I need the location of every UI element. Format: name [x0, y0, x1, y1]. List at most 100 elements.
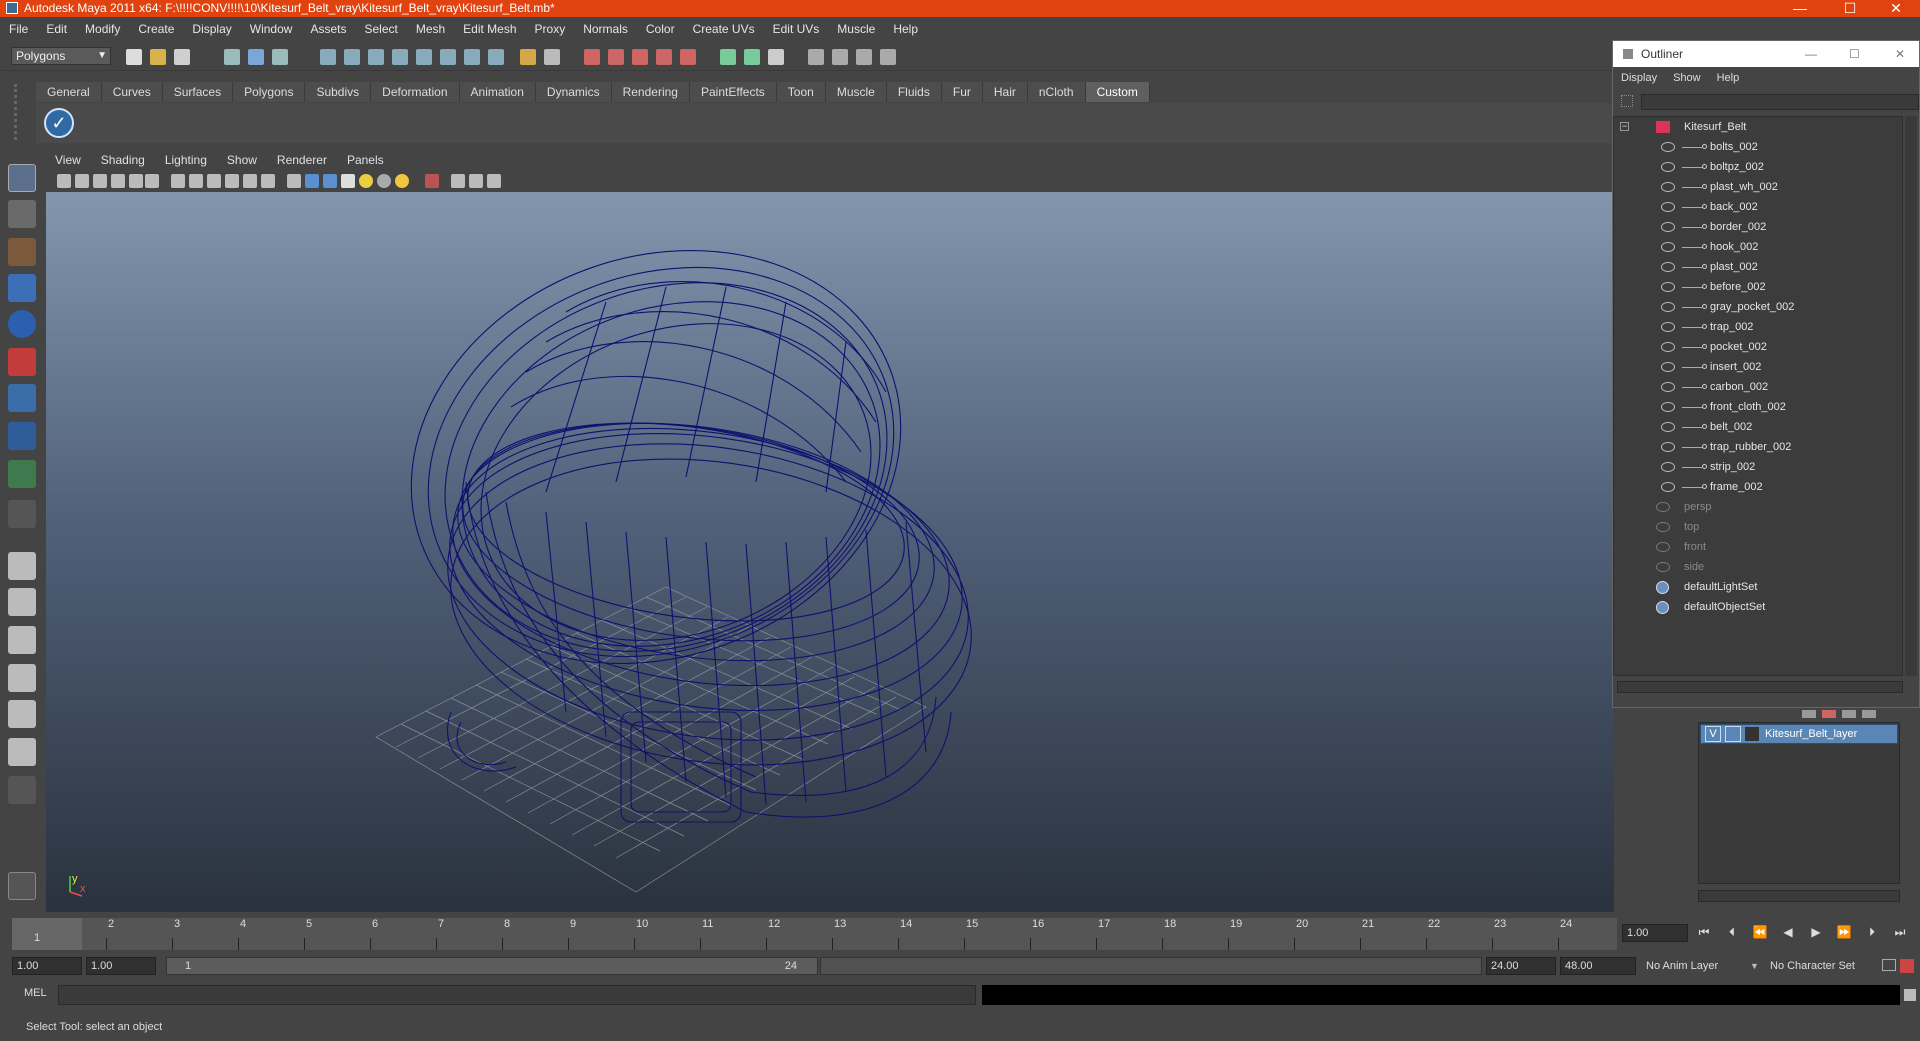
outliner-close-button[interactable]: ✕	[1895, 41, 1905, 67]
layer-display-type-toggle[interactable]	[1725, 726, 1741, 742]
tab-rendering[interactable]: Rendering	[611, 82, 690, 102]
outliner-row[interactable]: pocket_002	[1614, 337, 1902, 357]
outliner-persp-layout-icon[interactable]	[8, 626, 36, 654]
outliner-camera-row[interactable]: top	[1614, 517, 1902, 537]
wireframe-shading-icon[interactable]	[287, 174, 301, 188]
outliner-row[interactable]: plast_wh_002	[1614, 177, 1902, 197]
step-back-button[interactable]: ⏴	[1722, 922, 1742, 942]
grease-pencil-icon[interactable]	[129, 174, 143, 188]
menu-file[interactable]: File	[0, 22, 37, 36]
play-backwards-button[interactable]: ◀	[1778, 922, 1798, 942]
image-plane-icon[interactable]	[93, 174, 107, 188]
viewport-menu-panels[interactable]: Panels	[337, 153, 394, 167]
outliner-camera-row[interactable]: side	[1614, 557, 1902, 577]
outliner-camera-row[interactable]: front	[1614, 537, 1902, 557]
outliner-row[interactable]: front_cloth_002	[1614, 397, 1902, 417]
anim-layer-dropdown[interactable]: No Anim Layer	[1646, 957, 1746, 975]
command-language-label[interactable]: MEL	[24, 987, 47, 999]
make-live-icon[interactable]	[680, 49, 696, 65]
snap-grid-icon[interactable]	[584, 49, 600, 65]
filter-curves-icon[interactable]	[368, 49, 384, 65]
tab-polygons[interactable]: Polygons	[233, 82, 306, 102]
select-hierarchy-icon[interactable]	[224, 49, 240, 65]
perspective-viewport[interactable]: y x	[46, 192, 1614, 912]
prev-key-button[interactable]: ⏪	[1750, 922, 1770, 942]
tab-muscle[interactable]: Muscle	[825, 82, 887, 102]
menu-color[interactable]: Color	[637, 22, 684, 36]
menu-create-uvs[interactable]: Create UVs	[684, 22, 764, 36]
tab-painteffects[interactable]: PaintEffects	[689, 82, 777, 102]
use-default-light-icon[interactable]	[359, 174, 373, 188]
tab-fur[interactable]: Fur	[941, 82, 983, 102]
outliner-set-row[interactable]: defaultObjectSet	[1614, 597, 1902, 617]
show-manipulator-icon[interactable]	[8, 460, 36, 488]
viewport-menu-lighting[interactable]: Lighting	[155, 153, 217, 167]
command-input[interactable]	[58, 985, 976, 1005]
outliner-row[interactable]: strip_002	[1614, 457, 1902, 477]
graph-persp-layout-icon[interactable]	[8, 664, 36, 692]
menu-muscle[interactable]: Muscle	[828, 22, 884, 36]
universal-manipulator-icon[interactable]	[8, 384, 36, 412]
tab-surfaces[interactable]: Surfaces	[162, 82, 234, 102]
highlight-selection-icon[interactable]	[544, 49, 560, 65]
menu-edit-uvs[interactable]: Edit UVs	[764, 22, 829, 36]
paint-select-tool-icon[interactable]	[8, 238, 36, 266]
tab-general[interactable]: General	[36, 82, 102, 102]
script-editor-icon[interactable]	[1904, 989, 1916, 1001]
menu-help[interactable]: Help	[884, 22, 927, 36]
outliner-set-row[interactable]: defaultLightSet	[1614, 577, 1902, 597]
layer-color-swatch[interactable]	[1745, 727, 1759, 741]
xray-joints-icon[interactable]	[469, 174, 483, 188]
collapse-icon[interactable]: −	[1620, 122, 1629, 131]
custom-layout-icon[interactable]	[8, 738, 36, 766]
time-slider[interactable]: 123456789101112131415161718192021222324 …	[12, 918, 1617, 950]
new-scene-icon[interactable]	[126, 49, 142, 65]
chevron-down-icon[interactable]: ▼	[1750, 957, 1760, 975]
select-component-icon[interactable]	[272, 49, 288, 65]
tab-subdivs[interactable]: Subdivs	[305, 82, 372, 102]
outliner-row[interactable]: trap_rubber_002	[1614, 437, 1902, 457]
tab-hair[interactable]: Hair	[982, 82, 1028, 102]
playback-end-field[interactable]: 24.00	[1486, 957, 1556, 975]
viewport-menu-show[interactable]: Show	[217, 153, 267, 167]
tab-curves[interactable]: Curves	[101, 82, 163, 102]
single-pane-layout-icon[interactable]	[8, 552, 36, 580]
menu-modify[interactable]: Modify	[76, 22, 129, 36]
current-frame-field[interactable]: 1.00	[1622, 924, 1688, 942]
lasso-tool-icon[interactable]	[8, 200, 36, 228]
grid-toggle-icon[interactable]	[145, 174, 159, 188]
close-button[interactable]: ✕	[1876, 0, 1916, 17]
layer-horizontal-scrollbar[interactable]	[1698, 890, 1900, 902]
smooth-shading-icon[interactable]	[305, 174, 319, 188]
layer-row[interactable]: V Kitesurf_Belt_layer	[1700, 724, 1898, 744]
snap-curve-icon[interactable]	[608, 49, 624, 65]
menu-window[interactable]: Window	[241, 22, 302, 36]
filter-rendering-icon[interactable]	[464, 49, 480, 65]
select-tool-icon[interactable]	[8, 164, 36, 192]
outliner-row[interactable]: plast_002	[1614, 257, 1902, 277]
new-layer-icon[interactable]	[1802, 710, 1816, 718]
filter-joints-icon[interactable]	[344, 49, 360, 65]
scale-tool-icon[interactable]	[8, 348, 36, 376]
mode-selector[interactable]: Polygons ▼	[11, 47, 111, 65]
outliner-row[interactable]: border_002	[1614, 217, 1902, 237]
four-pane-layout-icon[interactable]	[8, 588, 36, 616]
outliner-menu-display[interactable]: Display	[1613, 72, 1665, 84]
outliner-row[interactable]: carbon_002	[1614, 377, 1902, 397]
go-to-end-button[interactable]: ⏭	[1890, 922, 1910, 942]
textured-icon[interactable]	[341, 174, 355, 188]
hud-icon[interactable]	[487, 174, 501, 188]
outliner-row[interactable]: before_002	[1614, 277, 1902, 297]
outliner-row[interactable]: back_002	[1614, 197, 1902, 217]
animation-end-field[interactable]: 48.00	[1560, 957, 1636, 975]
playback-start-field[interactable]: 1.00	[86, 957, 156, 975]
next-key-button[interactable]: ⏩	[1834, 922, 1854, 942]
outliner-camera-row[interactable]: persp	[1614, 497, 1902, 517]
camera-bookmark-icon[interactable]	[75, 174, 89, 188]
outliner-filter-icon[interactable]	[1621, 95, 1633, 107]
filter-dynamics-icon[interactable]	[440, 49, 456, 65]
play-forwards-button[interactable]: ▶	[1806, 922, 1826, 942]
history-icon[interactable]	[720, 49, 736, 65]
viewport-menu-view[interactable]: View	[45, 153, 91, 167]
menu-mesh[interactable]: Mesh	[407, 22, 454, 36]
